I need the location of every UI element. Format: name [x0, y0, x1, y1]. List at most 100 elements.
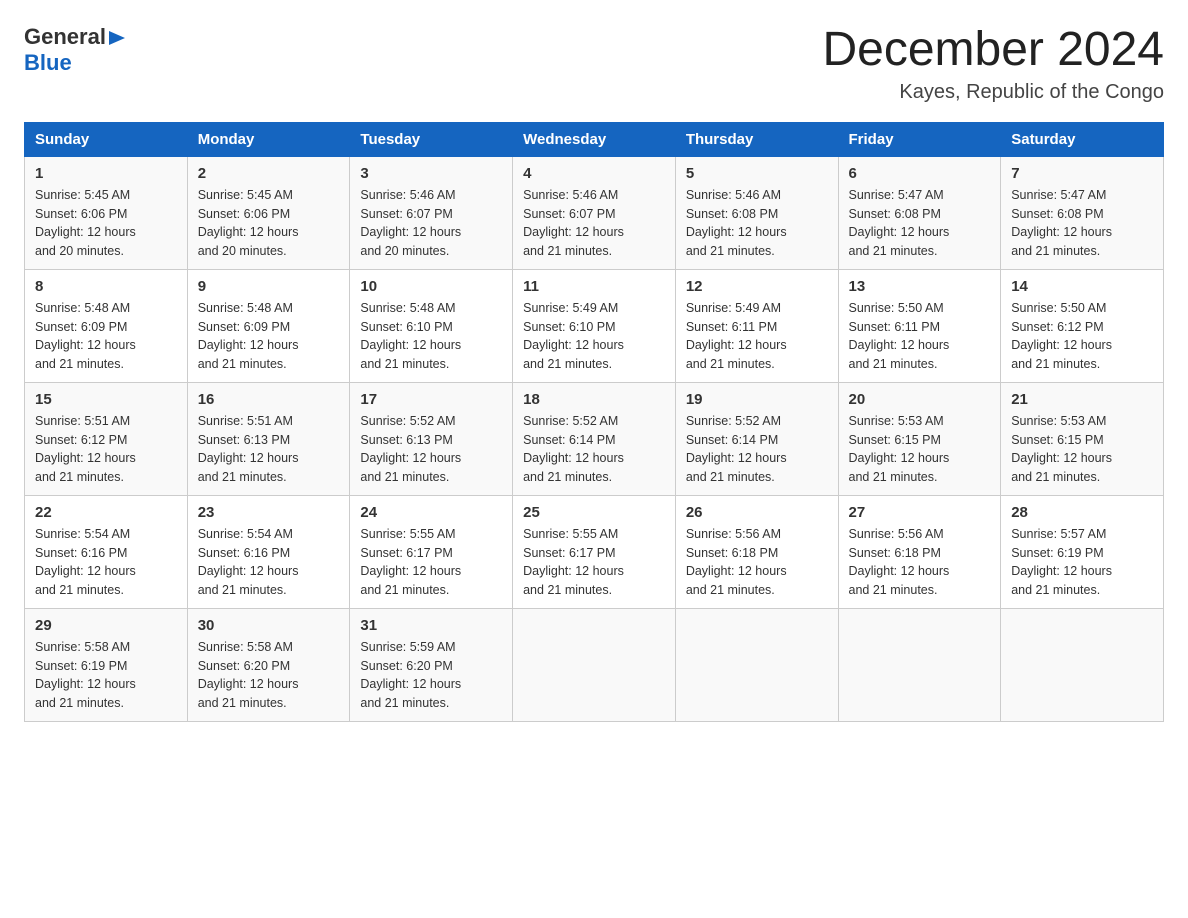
calendar-day-cell: 2 Sunrise: 5:45 AMSunset: 6:06 PMDayligh…: [187, 156, 350, 269]
calendar-day-cell: 16 Sunrise: 5:51 AMSunset: 6:13 PMDaylig…: [187, 382, 350, 495]
day-number: 30: [198, 617, 340, 634]
day-info: Sunrise: 5:48 AMSunset: 6:09 PMDaylight:…: [35, 299, 177, 374]
day-number: 15: [35, 391, 177, 408]
page-subtitle: Kayes, Republic of the Congo: [822, 81, 1164, 104]
logo: General Blue: [24, 24, 127, 76]
calendar-day-header: Saturday: [1001, 122, 1164, 156]
day-info: Sunrise: 5:53 AMSunset: 6:15 PMDaylight:…: [1011, 412, 1153, 487]
calendar-day-cell: 11 Sunrise: 5:49 AMSunset: 6:10 PMDaylig…: [513, 269, 676, 382]
day-number: 16: [198, 391, 340, 408]
day-info: Sunrise: 5:45 AMSunset: 6:06 PMDaylight:…: [198, 186, 340, 261]
day-info: Sunrise: 5:47 AMSunset: 6:08 PMDaylight:…: [849, 186, 991, 261]
calendar-day-cell: 31 Sunrise: 5:59 AMSunset: 6:20 PMDaylig…: [350, 608, 513, 721]
calendar-header-row: SundayMondayTuesdayWednesdayThursdayFrid…: [25, 122, 1164, 156]
day-number: 7: [1011, 165, 1153, 182]
day-info: Sunrise: 5:59 AMSunset: 6:20 PMDaylight:…: [360, 638, 502, 713]
day-info: Sunrise: 5:45 AMSunset: 6:06 PMDaylight:…: [35, 186, 177, 261]
day-number: 31: [360, 617, 502, 634]
calendar-day-cell: 26 Sunrise: 5:56 AMSunset: 6:18 PMDaylig…: [675, 495, 838, 608]
calendar-day-cell: 28 Sunrise: 5:57 AMSunset: 6:19 PMDaylig…: [1001, 495, 1164, 608]
day-info: Sunrise: 5:49 AMSunset: 6:11 PMDaylight:…: [686, 299, 828, 374]
calendar-week-row: 15 Sunrise: 5:51 AMSunset: 6:12 PMDaylig…: [25, 382, 1164, 495]
day-info: Sunrise: 5:58 AMSunset: 6:19 PMDaylight:…: [35, 638, 177, 713]
day-number: 18: [523, 391, 665, 408]
calendar-day-cell: 19 Sunrise: 5:52 AMSunset: 6:14 PMDaylig…: [675, 382, 838, 495]
page-title: December 2024: [822, 24, 1164, 77]
day-info: Sunrise: 5:46 AMSunset: 6:08 PMDaylight:…: [686, 186, 828, 261]
day-info: Sunrise: 5:55 AMSunset: 6:17 PMDaylight:…: [523, 525, 665, 600]
calendar-day-cell: 18 Sunrise: 5:52 AMSunset: 6:14 PMDaylig…: [513, 382, 676, 495]
day-info: Sunrise: 5:54 AMSunset: 6:16 PMDaylight:…: [35, 525, 177, 600]
day-info: Sunrise: 5:57 AMSunset: 6:19 PMDaylight:…: [1011, 525, 1153, 600]
calendar-day-cell: 1 Sunrise: 5:45 AMSunset: 6:06 PMDayligh…: [25, 156, 188, 269]
calendar-day-cell: 29 Sunrise: 5:58 AMSunset: 6:19 PMDaylig…: [25, 608, 188, 721]
calendar-day-cell: 3 Sunrise: 5:46 AMSunset: 6:07 PMDayligh…: [350, 156, 513, 269]
day-number: 9: [198, 278, 340, 295]
calendar-day-cell: 6 Sunrise: 5:47 AMSunset: 6:08 PMDayligh…: [838, 156, 1001, 269]
calendar-week-row: 29 Sunrise: 5:58 AMSunset: 6:19 PMDaylig…: [25, 608, 1164, 721]
day-number: 6: [849, 165, 991, 182]
calendar-day-cell: 7 Sunrise: 5:47 AMSunset: 6:08 PMDayligh…: [1001, 156, 1164, 269]
day-number: 21: [1011, 391, 1153, 408]
calendar-day-cell: 5 Sunrise: 5:46 AMSunset: 6:08 PMDayligh…: [675, 156, 838, 269]
calendar-day-cell: [675, 608, 838, 721]
calendar-day-cell: [838, 608, 1001, 721]
day-info: Sunrise: 5:50 AMSunset: 6:12 PMDaylight:…: [1011, 299, 1153, 374]
day-number: 13: [849, 278, 991, 295]
day-number: 28: [1011, 504, 1153, 521]
day-number: 3: [360, 165, 502, 182]
day-number: 23: [198, 504, 340, 521]
day-info: Sunrise: 5:51 AMSunset: 6:13 PMDaylight:…: [198, 412, 340, 487]
day-info: Sunrise: 5:51 AMSunset: 6:12 PMDaylight:…: [35, 412, 177, 487]
day-number: 20: [849, 391, 991, 408]
day-info: Sunrise: 5:48 AMSunset: 6:10 PMDaylight:…: [360, 299, 502, 374]
day-number: 19: [686, 391, 828, 408]
day-info: Sunrise: 5:48 AMSunset: 6:09 PMDaylight:…: [198, 299, 340, 374]
day-info: Sunrise: 5:52 AMSunset: 6:14 PMDaylight:…: [686, 412, 828, 487]
calendar-day-cell: 21 Sunrise: 5:53 AMSunset: 6:15 PMDaylig…: [1001, 382, 1164, 495]
calendar-day-cell: 4 Sunrise: 5:46 AMSunset: 6:07 PMDayligh…: [513, 156, 676, 269]
day-number: 8: [35, 278, 177, 295]
calendar-day-cell: 22 Sunrise: 5:54 AMSunset: 6:16 PMDaylig…: [25, 495, 188, 608]
day-info: Sunrise: 5:54 AMSunset: 6:16 PMDaylight:…: [198, 525, 340, 600]
calendar-day-header: Thursday: [675, 122, 838, 156]
day-number: 17: [360, 391, 502, 408]
day-number: 4: [523, 165, 665, 182]
calendar-day-header: Wednesday: [513, 122, 676, 156]
day-info: Sunrise: 5:47 AMSunset: 6:08 PMDaylight:…: [1011, 186, 1153, 261]
calendar-day-cell: 9 Sunrise: 5:48 AMSunset: 6:09 PMDayligh…: [187, 269, 350, 382]
day-number: 2: [198, 165, 340, 182]
day-info: Sunrise: 5:46 AMSunset: 6:07 PMDaylight:…: [523, 186, 665, 261]
calendar-day-cell: 15 Sunrise: 5:51 AMSunset: 6:12 PMDaylig…: [25, 382, 188, 495]
calendar-day-cell: 30 Sunrise: 5:58 AMSunset: 6:20 PMDaylig…: [187, 608, 350, 721]
day-number: 22: [35, 504, 177, 521]
calendar-day-cell: 17 Sunrise: 5:52 AMSunset: 6:13 PMDaylig…: [350, 382, 513, 495]
logo-triangle-icon: [109, 29, 127, 47]
day-number: 24: [360, 504, 502, 521]
day-number: 5: [686, 165, 828, 182]
calendar-day-cell: [513, 608, 676, 721]
calendar-week-row: 8 Sunrise: 5:48 AMSunset: 6:09 PMDayligh…: [25, 269, 1164, 382]
day-number: 29: [35, 617, 177, 634]
calendar-day-cell: 20 Sunrise: 5:53 AMSunset: 6:15 PMDaylig…: [838, 382, 1001, 495]
calendar-day-cell: [1001, 608, 1164, 721]
calendar-day-header: Tuesday: [350, 122, 513, 156]
logo-blue-text: Blue: [24, 50, 72, 75]
day-number: 10: [360, 278, 502, 295]
calendar-week-row: 1 Sunrise: 5:45 AMSunset: 6:06 PMDayligh…: [25, 156, 1164, 269]
calendar-day-cell: 8 Sunrise: 5:48 AMSunset: 6:09 PMDayligh…: [25, 269, 188, 382]
title-section: December 2024 Kayes, Republic of the Con…: [822, 24, 1164, 104]
logo-general-text: General: [24, 24, 106, 50]
day-info: Sunrise: 5:49 AMSunset: 6:10 PMDaylight:…: [523, 299, 665, 374]
day-number: 25: [523, 504, 665, 521]
day-number: 26: [686, 504, 828, 521]
day-number: 27: [849, 504, 991, 521]
calendar-day-cell: 14 Sunrise: 5:50 AMSunset: 6:12 PMDaylig…: [1001, 269, 1164, 382]
day-info: Sunrise: 5:56 AMSunset: 6:18 PMDaylight:…: [686, 525, 828, 600]
calendar-day-header: Friday: [838, 122, 1001, 156]
calendar-day-cell: 25 Sunrise: 5:55 AMSunset: 6:17 PMDaylig…: [513, 495, 676, 608]
day-number: 11: [523, 278, 665, 295]
day-info: Sunrise: 5:56 AMSunset: 6:18 PMDaylight:…: [849, 525, 991, 600]
day-number: 14: [1011, 278, 1153, 295]
page-header: General Blue December 2024 Kayes, Republ…: [24, 24, 1164, 104]
